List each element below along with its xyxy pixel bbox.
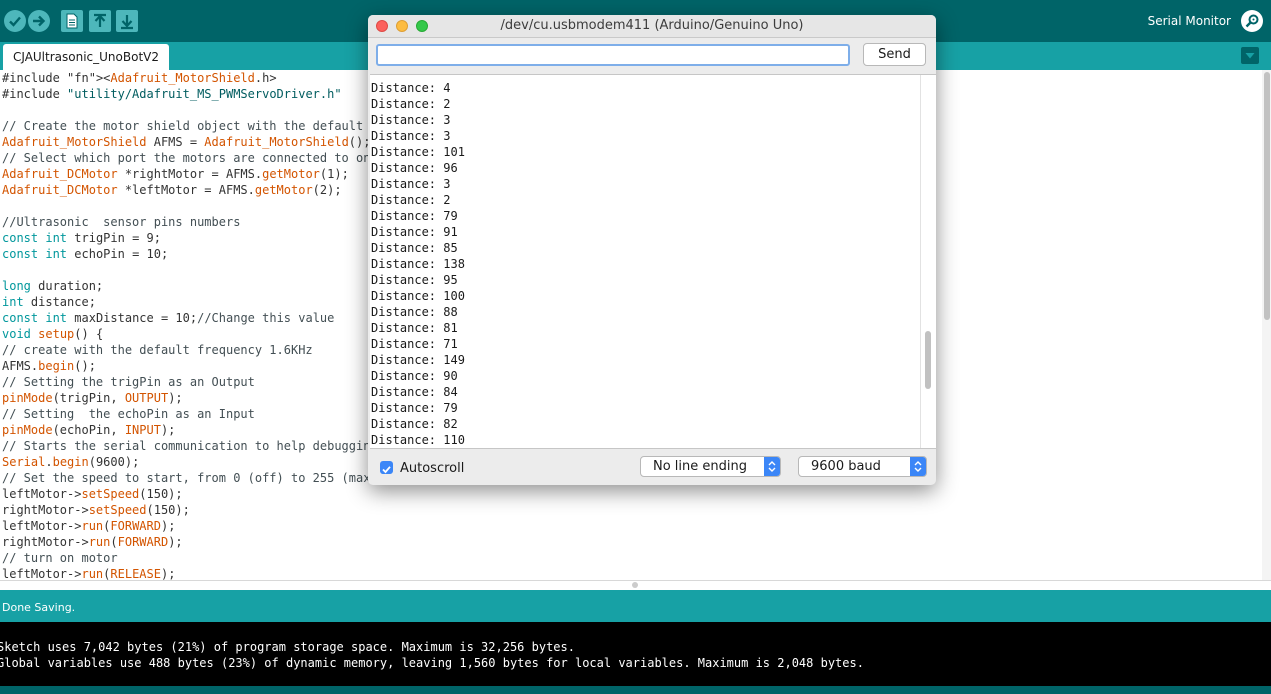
serial-output-line: Distance: 88	[371, 305, 458, 319]
code-line: // Setting the echoPin as an Input	[2, 407, 255, 421]
serial-monitor-label: Serial Monitor	[1147, 14, 1231, 28]
serial-output-line: Distance: 3	[371, 113, 451, 127]
line-ending-value: No line ending	[653, 459, 747, 474]
new-button[interactable]	[61, 10, 83, 32]
code-line: Adafruit_DCMotor *rightMotor = AFMS.getM…	[2, 167, 349, 181]
status-bar: Done Saving.	[0, 590, 1271, 622]
code-line: const int trigPin = 9;	[2, 231, 161, 245]
code-line: // Set the speed to start, from 0 (off) …	[2, 471, 385, 485]
code-line: leftMotor->run(FORWARD);	[2, 519, 176, 533]
code-line: // Starts the serial communication to he…	[2, 439, 378, 453]
save-button[interactable]	[116, 10, 138, 32]
code-line: rightMotor->run(FORWARD);	[2, 535, 183, 549]
line-ending-select[interactable]: No line ending	[640, 456, 781, 477]
serial-output-line: Distance: 79	[371, 401, 458, 415]
serial-output-line: Distance: 2	[371, 193, 451, 207]
resize-handle-icon[interactable]	[632, 582, 638, 588]
code-line: //Ultrasonic sensor pins numbers	[2, 215, 241, 229]
code-line: long duration;	[2, 279, 104, 293]
code-line: #include "fn"><Adafruit_MotorShield.h>	[2, 71, 277, 85]
code-line: leftMotor->setSpeed(150);	[2, 487, 183, 501]
window-title: /dev/cu.usbmodem411 (Arduino/Genuino Uno…	[500, 18, 804, 33]
serial-output-line: Distance: 96	[371, 161, 458, 175]
serial-output-line: Distance: 138	[371, 257, 465, 271]
serial-output-line: Distance: 149	[371, 353, 465, 367]
serial-output-line: Distance: 82	[371, 417, 458, 431]
chevron-updown-icon	[910, 457, 926, 476]
send-button[interactable]: Send	[863, 43, 926, 66]
code-line: rightMotor->setSpeed(150);	[2, 503, 190, 517]
serial-output-line: Distance: 91	[371, 225, 458, 239]
serial-output-line: Distance: 4	[371, 81, 451, 95]
magnifier-icon	[1245, 14, 1259, 28]
serial-output-line: Distance: 85	[371, 241, 458, 255]
arrow-right-icon	[33, 15, 46, 27]
serial-output-line: Distance: 100	[371, 289, 465, 303]
autoscroll-checkbox[interactable]	[380, 461, 393, 474]
code-line: Serial.begin(9600);	[2, 455, 140, 469]
code-line: void setup() {	[2, 327, 104, 341]
console-line: Global variables use 488 bytes (23%) of …	[0, 656, 864, 670]
code-line: const int echoPin = 10;	[2, 247, 169, 261]
code-line: Adafruit_MotorShield AFMS = Adafruit_Mot…	[2, 135, 371, 149]
baud-rate-value: 9600 baud	[811, 459, 881, 474]
serial-output-line: Distance: 79	[371, 209, 458, 223]
code-line: Adafruit_DCMotor *leftMotor = AFMS.getMo…	[2, 183, 342, 197]
upload-button[interactable]	[28, 10, 50, 32]
new-file-icon	[66, 13, 78, 29]
code-line: // turn on motor	[2, 551, 118, 565]
arrow-down-icon	[121, 15, 133, 30]
chevron-updown-icon	[764, 457, 780, 476]
serial-input[interactable]	[376, 44, 850, 66]
serial-output-line: Distance: 3	[371, 129, 451, 143]
console-output: Sketch uses 7,042 bytes (21%) of program…	[0, 622, 1271, 694]
code-line: // Select which port the motors are conn…	[2, 151, 371, 165]
serial-output-line: Distance: 95	[371, 273, 458, 287]
code-line: const int maxDistance = 10;//Change this…	[2, 311, 335, 325]
verify-button[interactable]	[4, 10, 26, 32]
status-text: Done Saving.	[2, 601, 76, 614]
tab-menu-button[interactable]	[1241, 47, 1259, 64]
serial-output-line: Distance: 90	[371, 369, 458, 383]
serial-output-line: Distance: 110	[371, 433, 465, 447]
open-button[interactable]	[89, 10, 111, 32]
serial-output-line: Distance: 2	[371, 97, 451, 111]
serial-monitor-button[interactable]	[1241, 10, 1263, 32]
console-line: Sketch uses 7,042 bytes (21%) of program…	[0, 640, 575, 654]
serial-output[interactable]: Distance: 4 Distance: 2 Distance: 3 Distanc…	[370, 74, 936, 449]
serial-monitor-window: /dev/cu.usbmodem411 (Arduino/Genuino Uno…	[368, 15, 936, 485]
code-line: pinMode(trigPin, OUTPUT);	[2, 391, 183, 405]
checkmark-icon	[382, 466, 391, 474]
tab-sketch[interactable]: CJAUltrasonic_UnoBotV2	[3, 44, 169, 70]
code-line: AFMS.begin();	[2, 359, 96, 373]
serial-output-line: Distance: 101	[371, 145, 465, 159]
code-line: // Create the motor shield object with t…	[2, 119, 378, 133]
window-titlebar[interactable]: /dev/cu.usbmodem411 (Arduino/Genuino Uno…	[368, 15, 936, 38]
baud-rate-select[interactable]: 9600 baud	[798, 456, 927, 477]
arrow-up-icon	[94, 13, 106, 27]
editor-scroll-thumb[interactable]	[1264, 72, 1270, 320]
autoscroll-label: Autoscroll	[400, 461, 465, 476]
output-scrollbar[interactable]	[920, 75, 921, 448]
serial-output-line: Distance: 71	[371, 337, 458, 351]
serial-output-line: Distance: 81	[371, 321, 458, 335]
console-footer	[0, 686, 1271, 694]
code-line: int distance;	[2, 295, 96, 309]
triangle-down-icon	[1245, 53, 1255, 59]
code-line: #include "utility/Adafruit_MS_PWMServoDr…	[2, 87, 342, 101]
code-line: pinMode(echoPin, INPUT);	[2, 423, 176, 437]
serial-output-line: Distance: 3	[371, 177, 451, 191]
code-line: // Setting the trigPin as an Output	[2, 375, 255, 389]
code-line: // create with the default frequency 1.6…	[2, 343, 313, 357]
serial-output-line: Distance: 84	[371, 385, 458, 399]
code-line: leftMotor->run(RELEASE);	[2, 567, 176, 580]
output-scroll-thumb[interactable]	[925, 331, 931, 389]
checkmark-icon	[9, 16, 21, 27]
